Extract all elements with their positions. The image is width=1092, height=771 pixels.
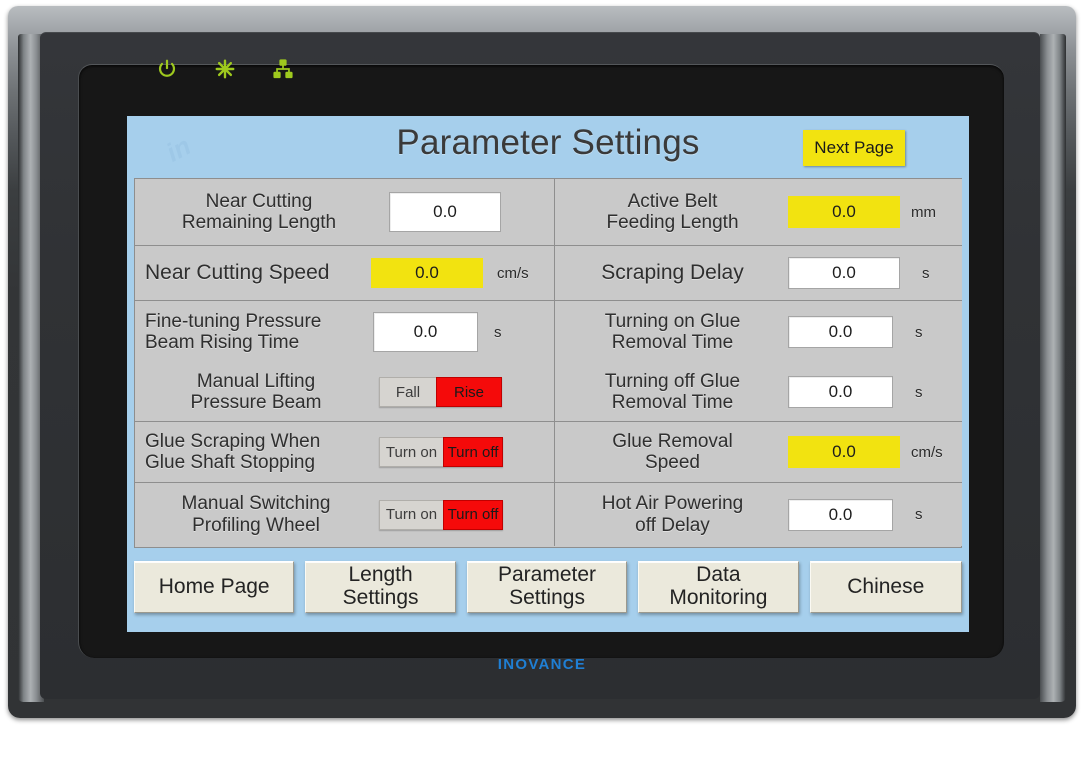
param-row-hot-air-powering-off-delay: Hot Air Powering off Delay 0.0 s [555,483,962,546]
unit-label: s [494,323,502,341]
unit-label: s [915,506,923,523]
param-label: Turning off Glue Removal Time [604,370,741,413]
param-label: Fine-tuning Pressure Beam Rising Time [145,310,322,353]
near-cutting-speed-input[interactable]: 0.0 [371,258,483,288]
unit-label: cm/s [911,443,943,461]
turning-on-glue-removal-time-input[interactable]: 0.0 [788,316,893,348]
status-led-group [156,58,294,80]
nav-label: Length Settings [342,563,419,609]
param-row-near-cutting-speed: Near Cutting Speed 0.0 cm/s [135,246,554,300]
param-label: Near Cutting Remaining Length [181,190,337,233]
next-page-button[interactable]: Next Page [803,130,905,166]
param-row-glue-scraping-when-glue-shaft-stopping: Glue Scraping When Glue Shaft Stopping T… [135,422,554,482]
unit-label: mm [911,203,936,221]
near-cutting-remaining-length-input[interactable]: 0.0 [389,192,501,232]
manual-switching-profiling-wheel-toggle[interactable]: Turn on Turn off [379,499,503,530]
param-row-turning-off-glue-removal-time: Turning off Glue Removal Time 0.0 s [555,363,962,421]
active-belt-feeding-length-input[interactable]: 0.0 [788,196,900,228]
asterisk-icon [214,58,236,80]
param-label: Manual Lifting Pressure Beam [190,370,322,413]
param-label: Manual Switching Profiling Wheel [181,493,331,536]
param-row-manual-lifting-pressure-beam: Manual Lifting Pressure Beam Fall Rise [135,363,554,421]
toggle-option-turn-off[interactable]: Turn off [443,499,503,530]
power-icon [156,58,178,80]
param-row-glue-removal-speed: Glue Removal Speed 0.0 cm/s [555,422,962,482]
nav-button-parameter-settings[interactable]: Parameter Settings [466,561,628,613]
nav-label: Data Monitoring [669,563,768,609]
hot-air-powering-off-delay-input[interactable]: 0.0 [788,498,893,531]
glue-removal-speed-input[interactable]: 0.0 [788,436,900,468]
unit-label: s [915,383,923,401]
param-label: Active Belt Feeding Length [606,190,739,233]
param-label: Turning on Glue Removal Time [604,310,741,353]
nav-button-length-settings[interactable]: Length Settings [305,561,456,613]
brand-logo: INOVANCE [497,656,587,673]
parameter-grid: Near Cutting Remaining Length 0.0 Active… [134,178,962,548]
param-label: Hot Air Powering off Delay [601,493,744,536]
bezel-right-edge [1040,34,1066,702]
param-row-near-cutting-remaining-length: Near Cutting Remaining Length 0.0 [135,179,554,245]
toggle-option-turn-on[interactable]: Turn on [379,437,443,467]
nav-button-chinese[interactable]: Chinese [809,561,962,613]
param-row-scraping-delay: Scraping Delay 0.0 s [555,246,962,300]
toggle-option-turn-on[interactable]: Turn on [379,499,443,530]
fine-tuning-pressure-beam-rising-time-input[interactable]: 0.0 [373,312,478,352]
scraping-delay-input[interactable]: 0.0 [788,257,900,289]
title-bar: Parameter Settings Next Page [127,116,969,176]
hmi-screen: in MV Parameter Settings Next Page Near … [127,116,969,632]
param-row-fine-tuning-pressure-beam-rising-time: Fine-tuning Pressure Beam Rising Time 0.… [135,301,554,363]
nav-button-data-monitoring[interactable]: Data Monitoring [638,561,799,613]
unit-label: s [915,323,923,341]
toggle-option-rise[interactable]: Rise [436,377,502,407]
param-label: Scraping Delay [601,261,744,285]
manual-lifting-pressure-beam-toggle[interactable]: Fall Rise [379,377,502,407]
param-row-turning-on-glue-removal-time: Turning on Glue Removal Time 0.0 s [555,301,962,363]
unit-label: cm/s [497,264,529,282]
param-row-manual-switching-profiling-wheel: Manual Switching Profiling Wheel Turn on… [135,483,554,546]
param-label: Near Cutting Speed [145,261,330,285]
navigation-bar: Home Page Length Settings Parameter Sett… [134,556,962,618]
param-row-active-belt-feeding-length: Active Belt Feeding Length 0.0 mm [555,179,962,245]
network-icon [272,58,294,80]
hmi-device-frame: in MV Parameter Settings Next Page Near … [8,6,1076,718]
glue-scraping-toggle[interactable]: Turn on Turn off [379,437,503,467]
nav-button-home-page[interactable]: Home Page [134,561,295,613]
toggle-option-turn-off[interactable]: Turn off [443,437,503,467]
unit-label: s [922,264,930,282]
param-label: Glue Removal Speed [612,430,733,473]
toggle-option-fall[interactable]: Fall [379,377,436,407]
nav-label: Parameter Settings [497,563,597,609]
param-label: Glue Scraping When Glue Shaft Stopping [145,430,321,473]
turning-off-glue-removal-time-input[interactable]: 0.0 [788,376,893,408]
